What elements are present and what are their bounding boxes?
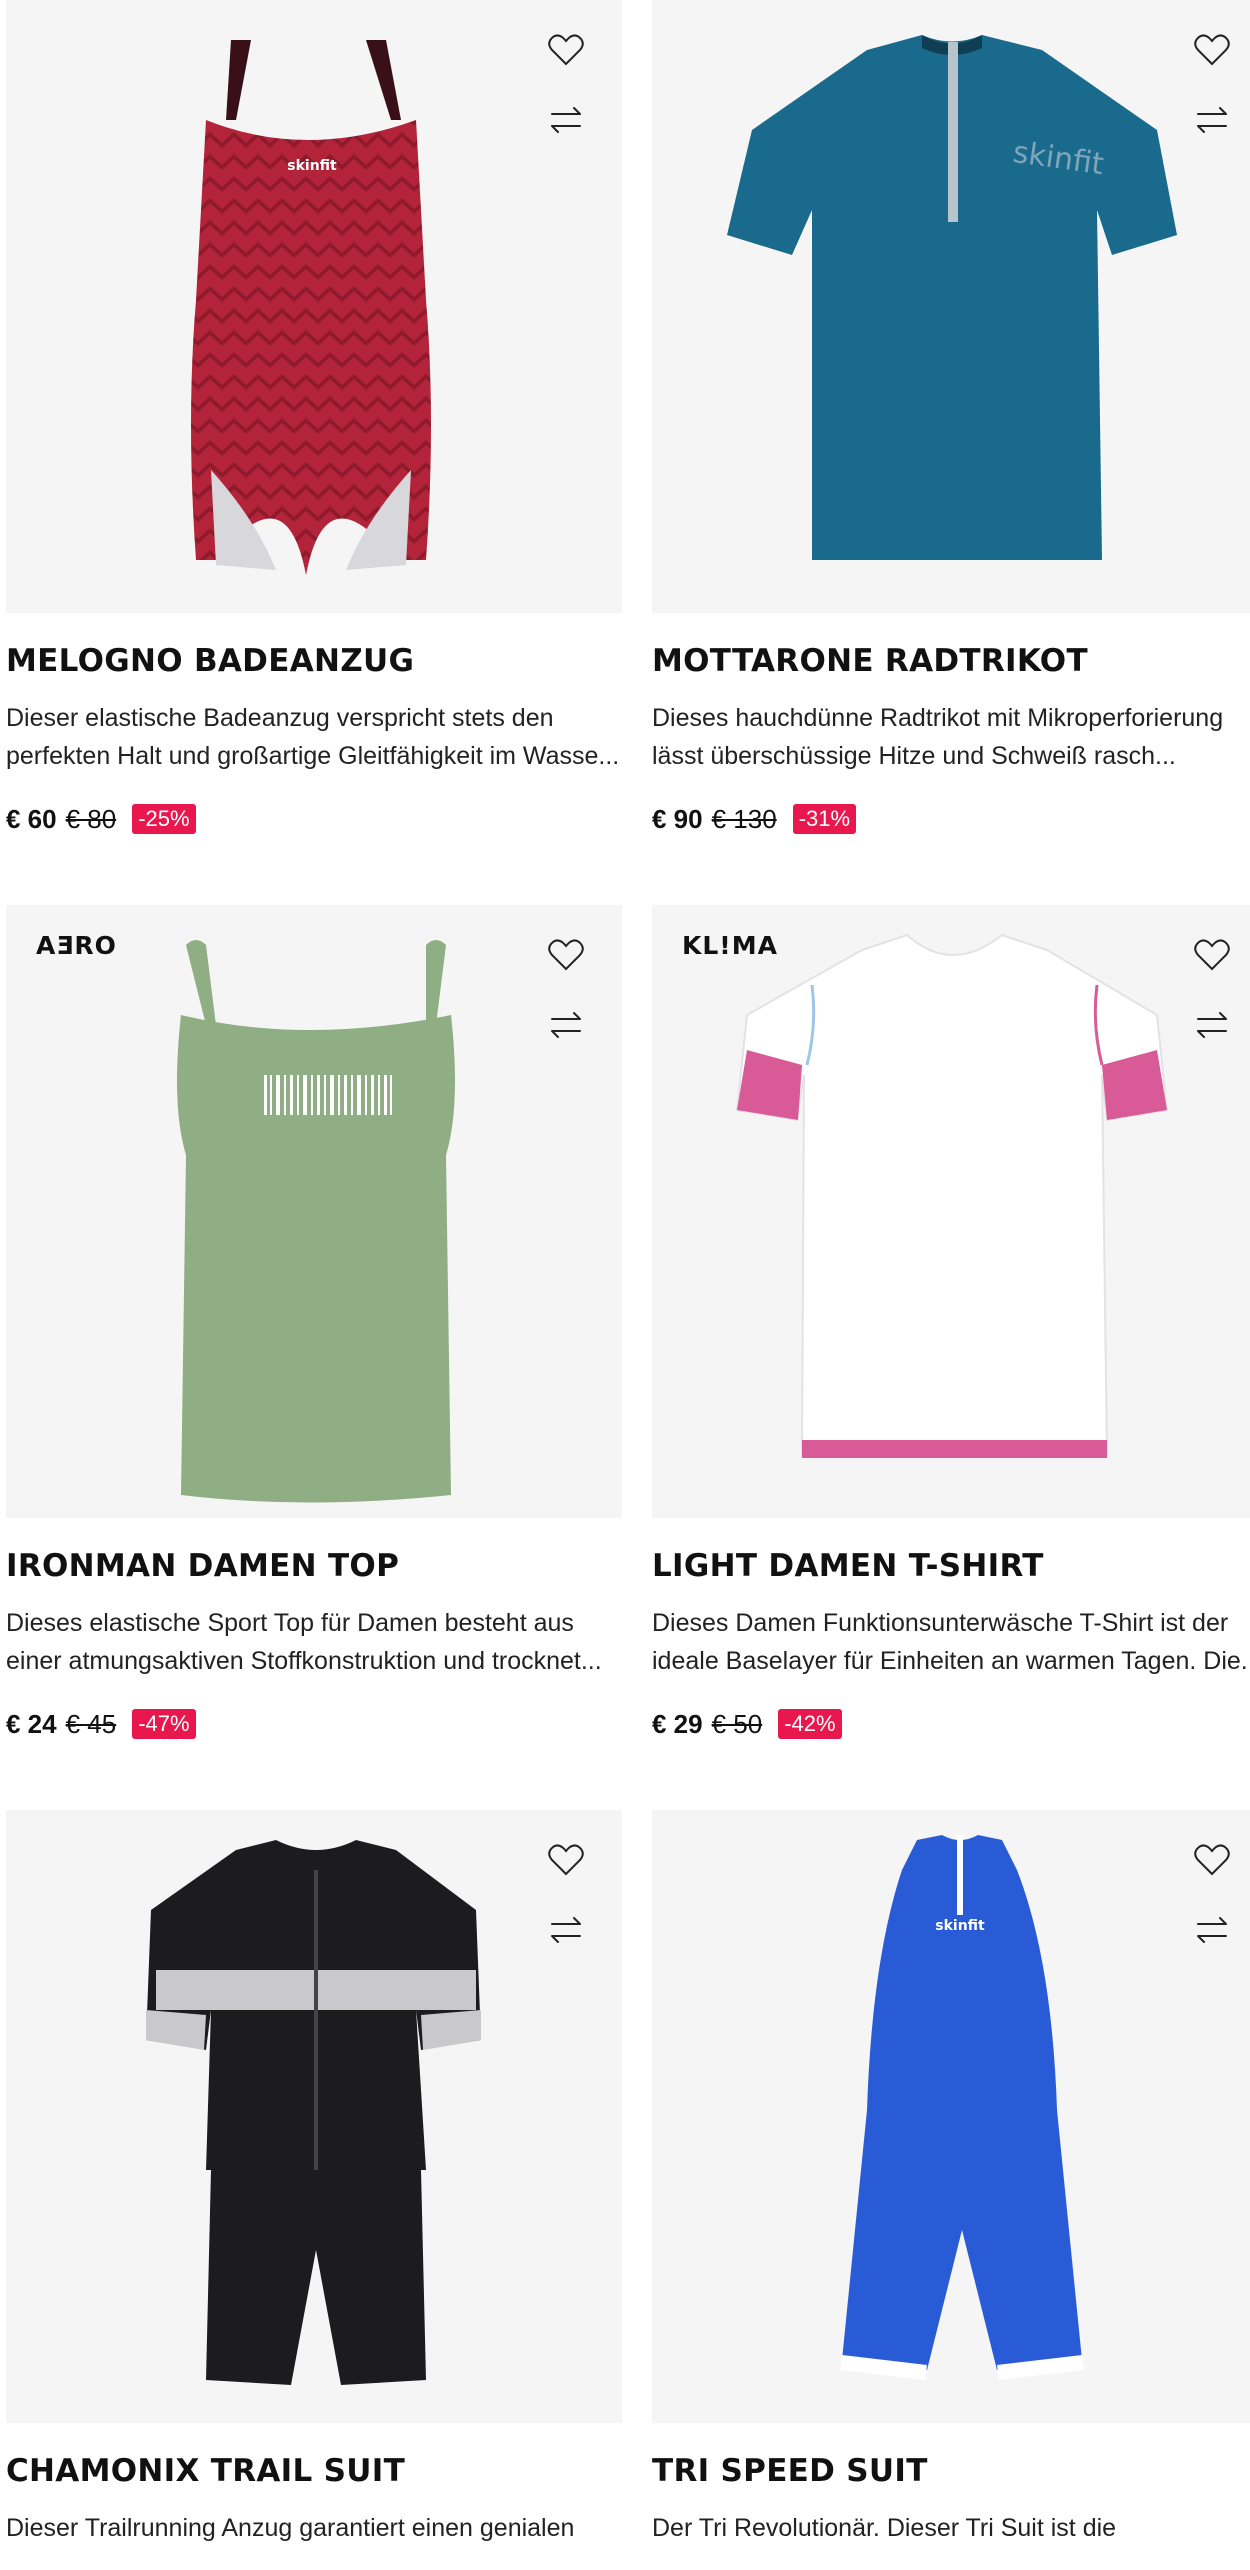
description-line: ideale Baselayer für Einheiten an warmen… bbox=[652, 1647, 1250, 1675]
compare-arrows-icon[interactable] bbox=[1192, 1910, 1232, 1950]
product-description: Dieses elastische Sport Top für Damen be… bbox=[6, 1604, 622, 1680]
compare-arrows-icon[interactable] bbox=[1192, 100, 1232, 140]
discount-badge: -25% bbox=[132, 804, 196, 834]
description-line: lässt überschüssige Hitze und Schweiß ra… bbox=[652, 742, 1176, 770]
product-image-area[interactable] bbox=[6, 1810, 622, 2423]
current-price: € 90 bbox=[652, 803, 703, 834]
discount-badge: -47% bbox=[132, 1709, 196, 1739]
description-line: einer atmungsaktiven Stoffkonstruktion u… bbox=[6, 1647, 602, 1675]
description-line: Dieser Trailrunning Anzug garantiert ein… bbox=[6, 2514, 575, 2542]
price-row: € 29 € 50 -42% bbox=[652, 1707, 1250, 1741]
product-card[interactable]: skinfit MELOGNO BADEANZUG Dieser elastis… bbox=[6, 0, 622, 836]
compare-arrows-icon[interactable] bbox=[546, 1005, 586, 1045]
description-line: Dieses hauchdünne Radtrikot mit Mikroper… bbox=[652, 704, 1224, 732]
product-card[interactable]: CHAMONIX TRAIL SUIT Dieser Trailrunning … bbox=[6, 1810, 622, 2570]
product-title[interactable]: CHAMONIX TRAIL SUIT bbox=[6, 2453, 622, 2489]
old-price: € 45 bbox=[65, 1708, 117, 1739]
product-description: Dieses hauchdünne Radtrikot mit Mikroper… bbox=[652, 699, 1250, 775]
current-price: € 29 bbox=[652, 1708, 703, 1739]
compare-arrows-icon[interactable] bbox=[1192, 1005, 1232, 1045]
price-row: € 60 € 80 -25% bbox=[6, 802, 622, 836]
description-line: Der Tri Revolutionär. Dieser Tri Suit is… bbox=[652, 2514, 1117, 2542]
svg-text:skinfit: skinfit bbox=[935, 1918, 985, 1934]
product-card[interactable]: skinfit TRI SPEED SUIT Der Tri Revolutio… bbox=[652, 1810, 1250, 2570]
price-row: € 24 € 45 -47% bbox=[6, 1707, 622, 1741]
product-image-area[interactable]: skinfit bbox=[652, 1810, 1250, 2423]
product-image-area[interactable]: AƎRO bbox=[6, 905, 622, 1518]
product-description: Dieser elastische Badeanzug verspricht s… bbox=[6, 699, 622, 775]
description-line: Dieses Damen Funktionsunterwäsche T-Shir… bbox=[652, 1609, 1229, 1637]
wishlist-heart-icon[interactable] bbox=[1192, 30, 1232, 70]
current-price: € 24 bbox=[6, 1708, 57, 1739]
current-price: € 60 bbox=[6, 803, 57, 834]
wishlist-heart-icon[interactable] bbox=[1192, 935, 1232, 975]
price-row: € 90 € 130 -31% bbox=[652, 802, 1250, 836]
swimsuit-image: skinfit bbox=[191, 40, 431, 575]
wishlist-heart-icon[interactable] bbox=[546, 1840, 586, 1880]
compare-arrows-icon[interactable] bbox=[546, 100, 586, 140]
svg-text:skinfit: skinfit bbox=[287, 158, 337, 174]
description-line: Dieses elastische Sport Top für Damen be… bbox=[6, 1609, 574, 1637]
product-image-area[interactable]: skinfit bbox=[652, 0, 1250, 613]
wishlist-heart-icon[interactable] bbox=[546, 935, 586, 975]
old-price: € 130 bbox=[711, 803, 777, 834]
old-price: € 80 bbox=[65, 803, 117, 834]
product-description: Dieses Damen Funktionsunterwäsche T-Shir… bbox=[652, 1604, 1250, 1680]
t-shirt-image bbox=[735, 933, 1169, 1458]
wishlist-heart-icon[interactable] bbox=[1192, 1840, 1232, 1880]
cycling-jersey-image: skinfit bbox=[727, 35, 1177, 560]
product-image-area[interactable]: KL!MA bbox=[652, 905, 1250, 1518]
description-line: Dieser elastische Badeanzug verspricht s… bbox=[6, 704, 554, 732]
product-title[interactable]: TRI SPEED SUIT bbox=[652, 2453, 1250, 2489]
product-title[interactable]: LIGHT DAMEN T-SHIRT bbox=[652, 1548, 1250, 1584]
old-price: € 50 bbox=[711, 1708, 763, 1739]
tri-suit-image: skinfit bbox=[840, 1835, 1084, 2380]
tech-badge: AƎRO bbox=[36, 931, 117, 960]
product-image-area[interactable]: skinfit bbox=[6, 0, 622, 613]
wishlist-heart-icon[interactable] bbox=[546, 30, 586, 70]
product-title[interactable]: IRONMAN DAMEN TOP bbox=[6, 1548, 622, 1584]
discount-badge: -31% bbox=[792, 804, 857, 834]
product-title[interactable]: MOTTARONE RADTRIKOT bbox=[652, 643, 1250, 679]
tech-badge: KL!MA bbox=[682, 931, 778, 960]
tank-top-image bbox=[177, 940, 455, 1503]
compare-arrows-icon[interactable] bbox=[546, 1910, 586, 1950]
discount-badge: -42% bbox=[778, 1709, 842, 1739]
product-card[interactable]: AƎRO IRONMAN DAMEN TOP Dieses elastische… bbox=[6, 905, 622, 1741]
description-line: perfekten Halt und großartige Gleitfähig… bbox=[6, 742, 620, 770]
product-title[interactable]: MELOGNO BADEANZUG bbox=[6, 643, 622, 679]
product-card[interactable]: KL!MA LIGHT DAMEN T-SHIRT Dieses Damen F… bbox=[652, 905, 1250, 1741]
trail-suit-image bbox=[146, 1840, 481, 2385]
product-description: Der Tri Revolutionär. Dieser Tri Suit is… bbox=[652, 2509, 1250, 2570]
product-description: Dieser Trailrunning Anzug garantiert ein… bbox=[6, 2509, 622, 2570]
product-card[interactable]: skinfit MOTTARONE RADTRIKOT Dieses hauch… bbox=[652, 0, 1250, 836]
